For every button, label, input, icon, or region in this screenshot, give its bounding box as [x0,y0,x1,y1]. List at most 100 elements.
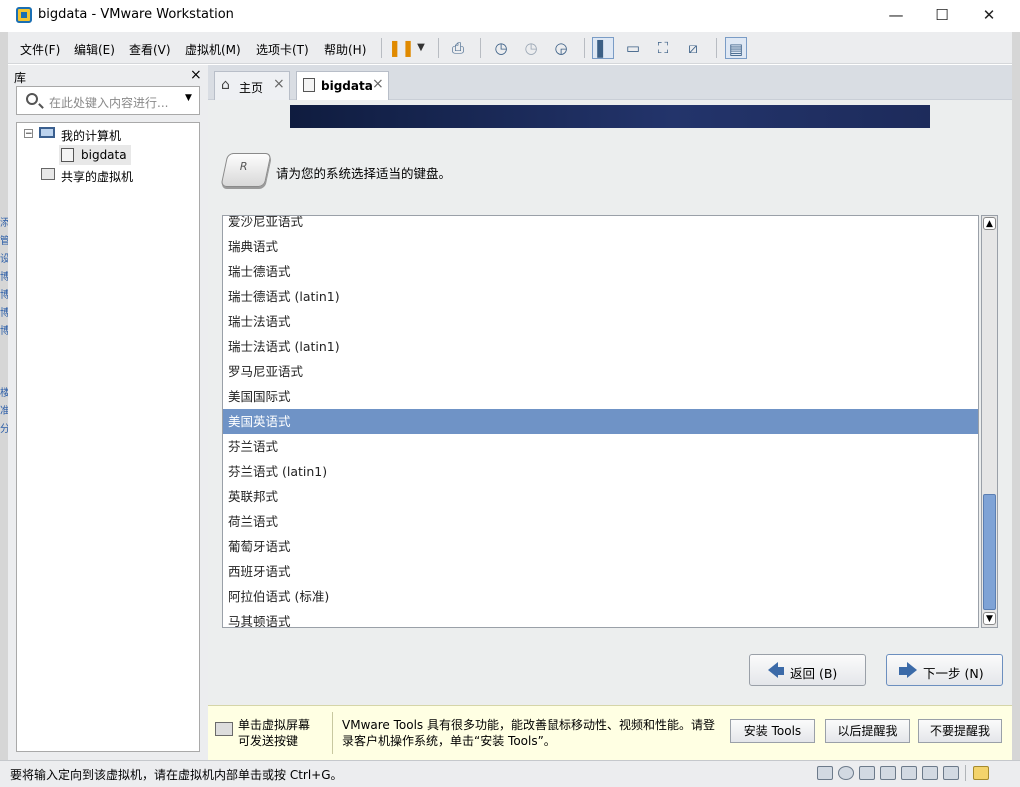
background-window-edge: 楼准分 [0,388,8,435]
status-text: 要将输入定向到该虚拟机，请在虚拟机内部单击或按 Ctrl+G。 [10,768,343,782]
window-title: bigdata - VMware Workstation [38,7,234,22]
menu-view[interactable]: 查看(V) [129,41,171,58]
full-screen-icon[interactable]: ⛶ [652,37,674,59]
collapse-toggle[interactable]: − [24,129,33,139]
tab-home-close[interactable]: × [273,76,285,92]
scrollbar-thumb[interactable] [983,494,996,610]
menu-vm[interactable]: 虚拟机(M) [185,41,241,58]
tree-item-shared[interactable]: 共享的虚拟机 [61,168,133,185]
next-button-label: 下一步 (N) [923,666,984,681]
background-window-edge: 添管设博博博博 [0,218,8,335]
hint-line-1: 单击虚拟屏幕 [238,718,311,732]
menu-toolbar: 文件(F) 编辑(E) 查看(V) 虚拟机(M) 选项卡(T) 帮助(H) ❚❚… [8,32,1012,64]
tab-bigdata-close[interactable]: × [372,76,384,92]
list-item[interactable]: 美国国际式 [223,384,978,409]
network-adapter-icon[interactable] [859,766,875,780]
library-search-box[interactable]: 在此处键入内容进行... ▼ [16,86,200,115]
list-item[interactable]: 马其顿语式 [223,609,978,627]
console-view-icon[interactable]: ▤ [725,37,747,59]
remind-later-button[interactable]: 以后提醒我 [825,719,910,743]
list-item[interactable]: 芬兰语式 (latin1) [223,459,978,484]
unity-icon[interactable]: ⧄ [682,37,704,59]
vmware-app-icon [16,7,32,23]
toolbar-separator [438,38,439,58]
list-item[interactable]: 瑞士法语式 [223,309,978,334]
next-button[interactable]: 下一步 (N) [886,654,1003,686]
keyboard-icon: R [220,153,272,187]
tab-bigdata-label: bigdata [321,79,373,93]
menu-tabs[interactable]: 选项卡(T) [256,41,309,58]
shared-vm-icon [41,168,55,180]
tab-bigdata[interactable]: bigdata × [296,71,389,100]
list-item[interactable]: 爱沙尼亚语式 [223,216,978,234]
printer-icon[interactable] [880,766,896,780]
computer-icon [39,127,55,138]
home-icon: ⌂ [221,77,230,93]
list-item[interactable]: 阿拉伯语式 (标准) [223,584,978,609]
scroll-up-icon[interactable]: ▲ [983,217,996,230]
chevron-down-icon[interactable]: ▼ [185,93,192,103]
message-log-icon[interactable] [973,766,989,780]
installer-banner [290,105,930,128]
list-item-selected[interactable]: 美国英语式 [223,409,978,434]
tree-item-my-computer[interactable]: 我的计算机 [61,127,121,144]
toolbar-separator [716,38,717,58]
thumbnail-bar-icon[interactable]: ▭ [622,37,644,59]
cd-dvd-icon[interactable] [838,766,854,780]
arrow-right-icon [907,662,917,678]
tools-message-line-1: VMware Tools 具有很多功能，能改善鼠标移动性、视频和性能。请登 [342,718,715,732]
tree-item-vm[interactable]: bigdata [81,148,127,162]
send-ctrl-alt-del-icon[interactable]: ⎙ [447,37,469,59]
back-button[interactable]: 返回 (B) [749,654,866,686]
snapshot-icon[interactable]: ◷ [490,37,512,59]
list-scrollbar[interactable]: ▲ ▼ [981,215,998,628]
back-button-label: 返回 (B) [790,666,838,681]
menu-file[interactable]: 文件(F) [20,41,60,58]
close-button[interactable]: ✕ [966,0,1012,32]
usb-device-icon[interactable] [922,766,938,780]
install-tools-button[interactable]: 安装 Tools [730,719,815,743]
pause-icon[interactable]: ❚❚ [388,37,415,59]
list-item[interactable]: 瑞典语式 [223,234,978,259]
tab-home[interactable]: ⌂ 主页 × [214,71,290,100]
search-icon [26,93,38,105]
search-input[interactable]: 在此处键入内容进行... [49,94,168,111]
list-item[interactable]: 芬兰语式 [223,434,978,459]
sound-card-icon[interactable] [901,766,917,780]
maximize-button[interactable]: ☐ [919,0,965,32]
list-item[interactable]: 英联邦式 [223,484,978,509]
library-tree: − 我的计算机 bigdata 共享的虚拟机 [16,122,200,752]
hard-disk-icon[interactable] [817,766,833,780]
list-item[interactable]: 瑞士德语式 [223,259,978,284]
keyboard-hint-icon [215,722,233,736]
menu-help[interactable]: 帮助(H) [324,41,366,58]
never-remind-button[interactable]: 不要提醒我 [918,719,1002,743]
snapshot-manager-icon[interactable]: ◶ [550,37,572,59]
list-item[interactable]: 西班牙语式 [223,559,978,584]
vmware-tools-notification: 单击虚拟屏幕 可发送按键 VMware Tools 具有很多功能，能改善鼠标移动… [208,705,1012,760]
list-item[interactable]: 瑞士德语式 (latin1) [223,284,978,309]
vm-icon [303,78,315,92]
tab-strip: ⌂ 主页 × bigdata × [208,65,1012,100]
list-item[interactable]: 荷兰语式 [223,509,978,534]
notification-divider [332,712,333,754]
menu-edit[interactable]: 编辑(E) [74,41,115,58]
list-item[interactable]: 葡萄牙语式 [223,534,978,559]
toolbar-separator [381,38,382,58]
chevron-down-icon[interactable]: ▼ [410,37,432,59]
show-library-icon[interactable]: ▌ [592,37,614,59]
minimize-button[interactable]: — [873,0,919,32]
arrow-left-icon-stem [776,667,784,675]
toolbar-separator [480,38,481,58]
toolbar-separator [584,38,585,58]
list-item[interactable]: 瑞士法语式 (latin1) [223,334,978,359]
scroll-down-icon[interactable]: ▼ [983,612,996,625]
keyboard-layout-list[interactable]: 爱沙尼亚语式 瑞典语式 瑞士德语式 瑞士德语式 (latin1) 瑞士法语式 瑞士法语式 … [222,215,979,628]
revert-snapshot-icon[interactable]: ◷ [520,37,542,59]
vm-icon [61,148,74,162]
library-close-button[interactable]: × [190,67,202,83]
list-item[interactable]: 罗马尼亚语式 [223,359,978,384]
installer-prompt: 请为您的系统选择适当的键盘。 [276,166,452,181]
display-icon[interactable] [943,766,959,780]
vm-workspace: ⌂ 主页 × bigdata × R 请为您的系统选择适当的键盘。 爱沙尼亚语式… [208,65,1012,760]
